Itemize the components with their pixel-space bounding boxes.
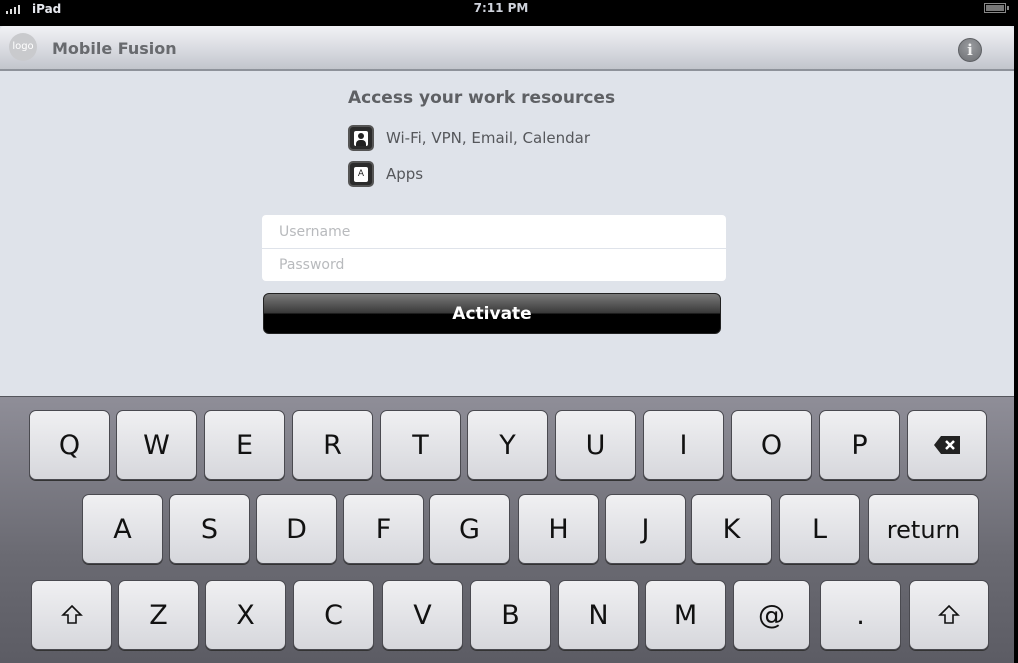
key-c[interactable]: C <box>293 580 374 650</box>
key-w[interactable]: W <box>116 410 197 480</box>
login-content: Access your work resources Wi-Fi, VPN, E… <box>0 71 1014 396</box>
key-e[interactable]: E <box>204 410 285 480</box>
shift-key-left[interactable] <box>31 580 112 650</box>
return-key[interactable]: return <box>868 494 979 564</box>
info-icon: i <box>967 41 973 59</box>
key-u[interactable]: U <box>555 410 636 480</box>
person-icon <box>348 125 374 151</box>
key-l[interactable]: L <box>779 494 860 564</box>
logo: logo <box>9 33 37 61</box>
key-period[interactable]: . <box>820 580 901 650</box>
status-time: 7:11 PM <box>473 1 529 15</box>
battery-icon <box>984 3 1009 13</box>
key-n[interactable]: N <box>558 580 639 650</box>
key-j[interactable]: J <box>605 494 686 564</box>
key-d[interactable]: D <box>256 494 337 564</box>
key-z[interactable]: Z <box>118 580 199 650</box>
resource-label: Apps <box>386 165 424 183</box>
shift-icon <box>60 604 83 624</box>
key-t[interactable]: T <box>380 410 461 480</box>
key-h[interactable]: H <box>518 494 599 564</box>
key-i[interactable]: I <box>643 410 724 480</box>
nav-bar: logo Mobile Fusion i <box>0 26 1014 71</box>
key-q[interactable]: Q <box>29 410 110 480</box>
key-v[interactable]: V <box>382 580 463 650</box>
password-input[interactable] <box>262 248 726 281</box>
page-heading: Access your work resources <box>348 88 616 108</box>
backspace-key[interactable] <box>907 410 987 480</box>
backspace-icon <box>934 435 960 454</box>
username-input[interactable] <box>262 215 726 248</box>
key-m[interactable]: M <box>645 580 726 650</box>
key-g[interactable]: G <box>429 494 510 564</box>
key-s[interactable]: S <box>169 494 250 564</box>
key-a[interactable]: A <box>82 494 163 564</box>
key-k[interactable]: K <box>691 494 772 564</box>
key-r[interactable]: R <box>292 410 373 480</box>
activate-button[interactable]: Activate <box>263 293 721 334</box>
resource-label: Wi-Fi, VPN, Email, Calendar <box>386 129 590 147</box>
key-y[interactable]: Y <box>467 410 548 480</box>
apps-icon: A <box>348 161 374 187</box>
key-at[interactable]: @ <box>733 580 810 650</box>
key-x[interactable]: X <box>205 580 286 650</box>
info-button[interactable]: i <box>958 38 982 62</box>
shift-icon <box>938 604 960 624</box>
key-f[interactable]: F <box>343 494 424 564</box>
key-o[interactable]: O <box>731 410 812 480</box>
login-form <box>262 215 726 281</box>
on-screen-keyboard: Q W E R T Y U I O P A S D F G H J K L re… <box>0 396 1014 663</box>
shift-key-right[interactable] <box>909 580 989 650</box>
status-bar: iPad 7:11 PM <box>0 0 1018 26</box>
key-p[interactable]: P <box>819 410 900 480</box>
app-title: Mobile Fusion <box>52 39 177 58</box>
key-b[interactable]: B <box>470 580 551 650</box>
